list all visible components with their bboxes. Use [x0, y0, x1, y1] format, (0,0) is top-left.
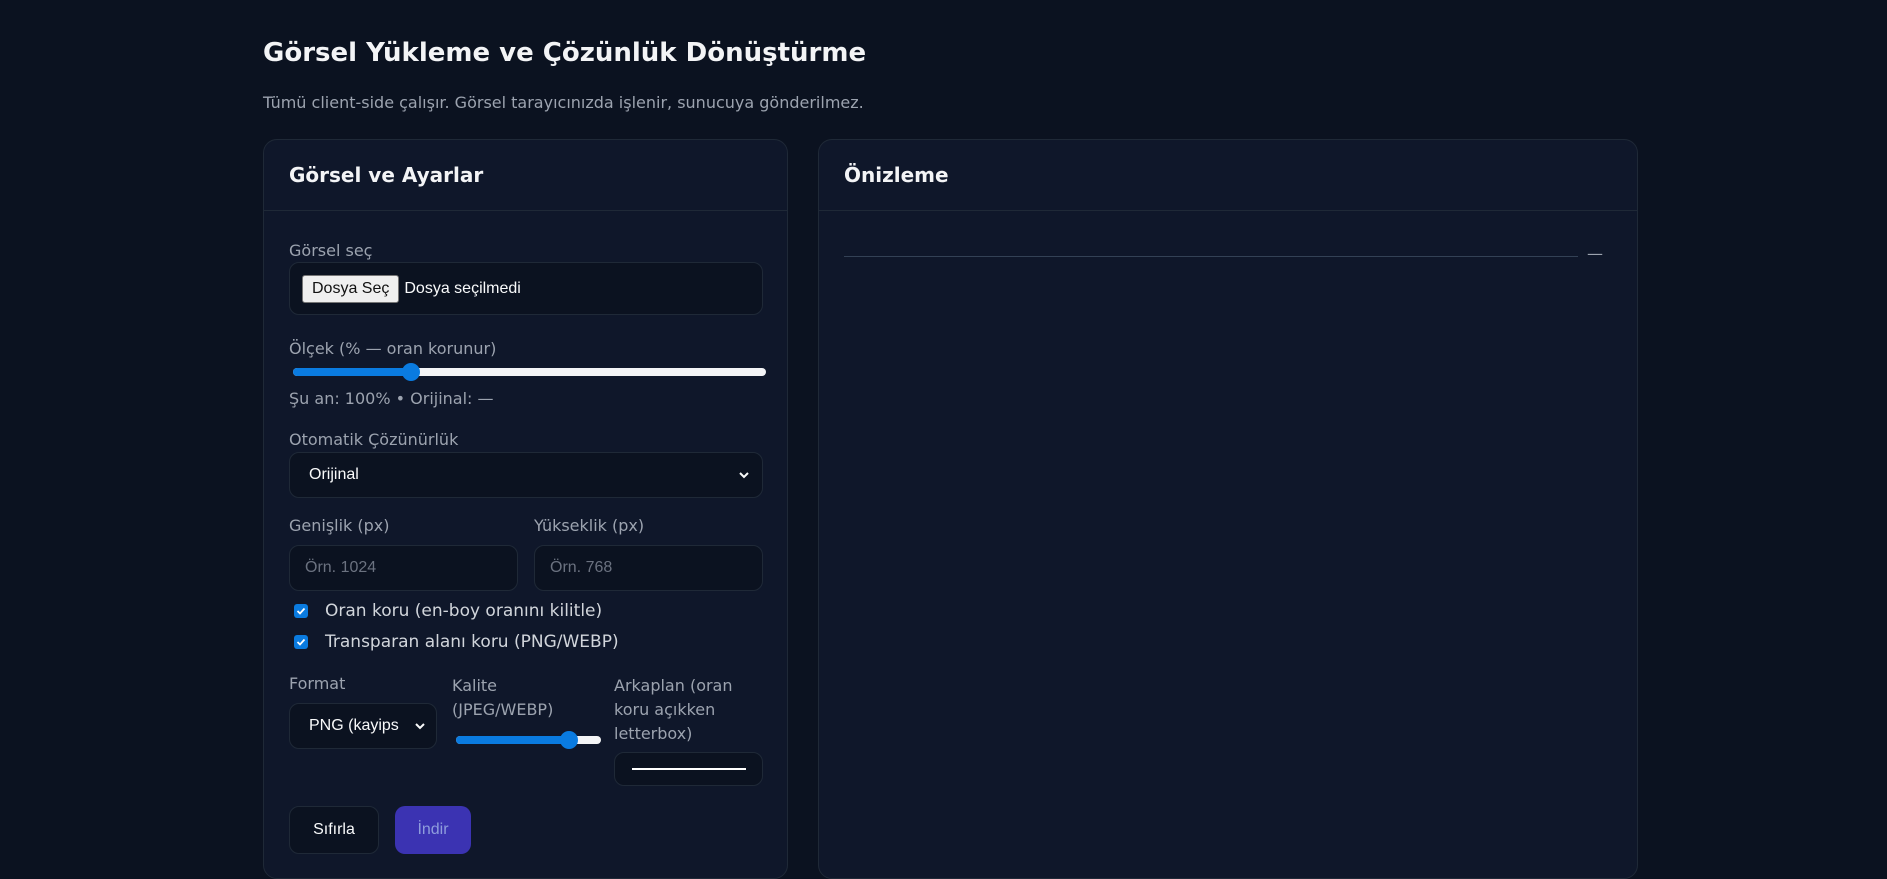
page-subtitle: Tümü client-side çalışır. Görsel tarayıc…: [263, 93, 864, 112]
keep-transparency-row[interactable]: Transparan alanı koru (PNG/WEBP): [289, 631, 619, 653]
page-title: Görsel Yükleme ve Çözünlük Dönüştürme: [263, 38, 867, 68]
file-label: Görsel seç: [289, 241, 373, 260]
chevron-down-icon: [739, 472, 749, 479]
quality-label: Kalite (JPEG/WEBP): [452, 676, 554, 719]
format-select[interactable]: PNG (kayips: [289, 703, 437, 749]
quality-slider[interactable]: [452, 731, 601, 749]
preview-title: Önizleme: [844, 163, 949, 187]
width-label: Genişlik (px): [289, 516, 390, 535]
settings-card: Görsel ve Ayarlar Görsel seç Dosya Seç D…: [263, 139, 788, 879]
choose-file-button[interactable]: Dosya Seç: [302, 274, 400, 303]
app-container: Görsel Yükleme ve Çözünlük Dönüştürme Tü…: [263, 0, 1638, 879]
auto-resolution-label: Otomatik Çözünürlük: [289, 430, 459, 449]
keep-ratio-row[interactable]: Oran koru (en-boy oranını kilitle): [289, 600, 602, 622]
height-placeholder: Örn. 768: [550, 559, 613, 576]
background-label: Arkaplan (oran koru açıkken letterbox): [614, 676, 733, 743]
preview-card: Önizleme —: [818, 139, 1638, 879]
scale-fill: [293, 368, 412, 376]
background-color-swatch: [631, 768, 746, 770]
height-label: Yükseklik (px): [534, 516, 645, 535]
preview-card-header: Önizleme: [819, 140, 1637, 211]
auto-resolution-value: Orijinal: [309, 466, 359, 483]
check-icon: [296, 607, 306, 615]
auto-resolution-select[interactable]: Orijinal: [289, 452, 763, 498]
settings-title: Görsel ve Ayarlar: [289, 163, 484, 187]
scale-thumb[interactable]: [402, 363, 421, 381]
keep-ratio-checkbox[interactable]: [294, 604, 308, 618]
quality-fill: [456, 736, 570, 744]
chevron-down-icon: [415, 723, 425, 730]
quality-thumb[interactable]: [560, 731, 579, 749]
preview-info: —: [1587, 244, 1603, 263]
file-input[interactable]: Dosya Seç Dosya seçilmedi: [289, 262, 763, 315]
background-color-input[interactable]: [614, 752, 763, 786]
settings-card-header: Görsel ve Ayarlar: [264, 140, 787, 211]
preview-area: [844, 256, 1578, 257]
format-label: Format: [289, 674, 346, 693]
scale-label: Ölçek (% — oran korunur): [289, 339, 497, 358]
file-status: Dosya seçilmedi: [404, 279, 521, 297]
width-placeholder: Örn. 1024: [305, 559, 377, 576]
height-input[interactable]: Örn. 768: [534, 545, 763, 591]
scale-status: Şu an: 100% • Orijinal: —: [289, 389, 494, 408]
format-value: PNG (kayips: [309, 717, 399, 734]
check-icon: [296, 638, 306, 646]
scale-slider[interactable]: [289, 363, 766, 381]
keep-transparency-label: Transparan alanı koru (PNG/WEBP): [325, 632, 619, 652]
keep-ratio-label: Oran koru (en-boy oranını kilitle): [325, 601, 603, 621]
keep-transparency-checkbox[interactable]: [294, 635, 308, 649]
width-input[interactable]: Örn. 1024: [289, 545, 518, 591]
